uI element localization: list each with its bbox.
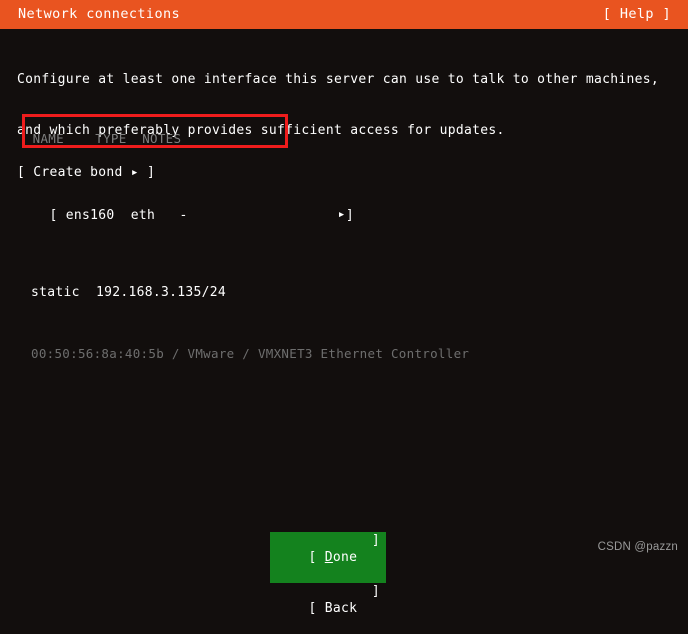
done-bracket-close: ] bbox=[371, 533, 380, 548]
interface-row-label: [ ens160 eth - bbox=[49, 208, 188, 223]
create-bond-button[interactable]: [ Create bond ▸ ] bbox=[17, 165, 155, 181]
back-bracket-open: [ bbox=[308, 601, 325, 616]
footer-button-group: [ Done] [ Back] bbox=[270, 532, 386, 634]
table-column-headers: NAME TYPE NOTES bbox=[17, 131, 182, 146]
done-accel-key: D bbox=[324, 550, 333, 565]
done-button[interactable]: [ Done] bbox=[270, 532, 386, 583]
network-interface-table: NAME TYPE NOTES [ ens160 eth - ▸] static … bbox=[17, 86, 469, 377]
interface-address-line: static 192.168.3.135/24 bbox=[31, 285, 227, 300]
back-bracket-close: ] bbox=[371, 584, 380, 599]
done-label: one bbox=[332, 550, 358, 565]
help-link[interactable]: [ Help ] bbox=[603, 7, 671, 22]
chevron-right-icon: ▸ bbox=[337, 207, 346, 222]
back-button[interactable]: [ Back] bbox=[270, 583, 386, 634]
interface-row-ens160[interactable]: [ ens160 eth - ▸] bbox=[17, 192, 469, 240]
page-title: Network connections bbox=[18, 6, 181, 22]
done-bracket-open: [ bbox=[308, 550, 325, 565]
interface-hardware-line: 00:50:56:8a:40:5b / VMware / VMXNET3 Eth… bbox=[31, 346, 470, 361]
back-label: Back bbox=[324, 601, 358, 616]
title-bar: Network connections [ Help ] bbox=[0, 0, 688, 29]
watermark: CSDN @pazzn bbox=[597, 541, 678, 553]
interface-row-bracket-close: ] bbox=[345, 208, 354, 223]
